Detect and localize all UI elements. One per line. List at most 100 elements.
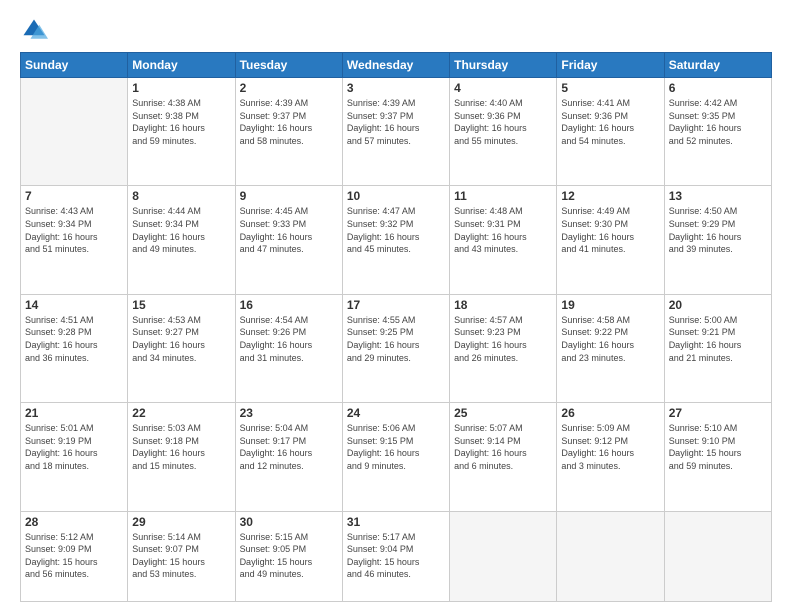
- day-info: Sunrise: 4:53 AM Sunset: 9:27 PM Dayligh…: [132, 314, 230, 364]
- day-cell: 24Sunrise: 5:06 AM Sunset: 9:15 PM Dayli…: [342, 403, 449, 511]
- day-number: 30: [240, 515, 338, 529]
- day-cell: 29 Sunrise: 5:14 AM Sunset: 9:07 PM Dayli…: [128, 511, 235, 601]
- day-info: Sunrise: 5:12 AM Sunset: 9:09 PM Dayligh…: [25, 531, 123, 581]
- day-cell: 12Sunrise: 4:49 AM Sunset: 9:30 PM Dayli…: [557, 186, 664, 294]
- day-cell: 25Sunrise: 5:07 AM Sunset: 9:14 PM Dayli…: [450, 403, 557, 511]
- day-info: Sunrise: 5:10 AM Sunset: 9:10 PM Dayligh…: [669, 422, 767, 472]
- day-info: Sunrise: 4:39 AM Sunset: 9:37 PM Dayligh…: [347, 97, 445, 147]
- week-row-5: 28 Sunrise: 5:12 AM Sunset: 9:09 PM Dayli…: [21, 511, 772, 601]
- day-info: Sunrise: 4:39 AM Sunset: 9:37 PM Dayligh…: [240, 97, 338, 147]
- day-number: 26: [561, 406, 659, 420]
- day-info: Sunrise: 5:09 AM Sunset: 9:12 PM Dayligh…: [561, 422, 659, 472]
- day-cell: 5 Sunrise: 4:41 AM Sunset: 9:36 PM Daylig…: [557, 78, 664, 186]
- day-cell: [21, 78, 128, 186]
- day-number: 14: [25, 298, 123, 312]
- week-row-2: 7 Sunrise: 4:43 AM Sunset: 9:34 PM Daylig…: [21, 186, 772, 294]
- day-number: 18: [454, 298, 552, 312]
- day-cell: 28 Sunrise: 5:12 AM Sunset: 9:09 PM Dayli…: [21, 511, 128, 601]
- day-number: 19: [561, 298, 659, 312]
- day-number: 17: [347, 298, 445, 312]
- col-header-wednesday: Wednesday: [342, 53, 449, 78]
- day-number: 8: [132, 189, 230, 203]
- day-cell: 2Sunrise: 4:39 AM Sunset: 9:37 PM Daylig…: [235, 78, 342, 186]
- page: SundayMondayTuesdayWednesdayThursdayFrid…: [0, 0, 792, 612]
- day-number: 6: [669, 81, 767, 95]
- day-cell: 27Sunrise: 5:10 AM Sunset: 9:10 PM Dayli…: [664, 403, 771, 511]
- day-info: Sunrise: 4:58 AM Sunset: 9:22 PM Dayligh…: [561, 314, 659, 364]
- logo: [20, 16, 52, 44]
- day-cell: 17 Sunrise: 4:55 AM Sunset: 9:25 PM Dayli…: [342, 294, 449, 402]
- day-number: 31: [347, 515, 445, 529]
- day-cell: 26 Sunrise: 5:09 AM Sunset: 9:12 PM Dayli…: [557, 403, 664, 511]
- day-cell: 18 Sunrise: 4:57 AM Sunset: 9:23 PM Dayli…: [450, 294, 557, 402]
- day-number: 7: [25, 189, 123, 203]
- day-info: Sunrise: 4:57 AM Sunset: 9:23 PM Dayligh…: [454, 314, 552, 364]
- day-cell: 22 Sunrise: 5:03 AM Sunset: 9:18 PM Dayli…: [128, 403, 235, 511]
- day-info: Sunrise: 4:42 AM Sunset: 9:35 PM Dayligh…: [669, 97, 767, 147]
- day-number: 9: [240, 189, 338, 203]
- day-number: 11: [454, 189, 552, 203]
- day-info: Sunrise: 4:45 AM Sunset: 9:33 PM Dayligh…: [240, 205, 338, 255]
- day-number: 5: [561, 81, 659, 95]
- day-info: Sunrise: 5:17 AM Sunset: 9:04 PM Dayligh…: [347, 531, 445, 581]
- day-number: 29: [132, 515, 230, 529]
- week-row-3: 14Sunrise: 4:51 AM Sunset: 9:28 PM Dayli…: [21, 294, 772, 402]
- day-number: 15: [132, 298, 230, 312]
- day-cell: 14Sunrise: 4:51 AM Sunset: 9:28 PM Dayli…: [21, 294, 128, 402]
- day-cell: [664, 511, 771, 601]
- day-info: Sunrise: 4:54 AM Sunset: 9:26 PM Dayligh…: [240, 314, 338, 364]
- day-info: Sunrise: 5:01 AM Sunset: 9:19 PM Dayligh…: [25, 422, 123, 472]
- day-number: 28: [25, 515, 123, 529]
- calendar-header-row: SundayMondayTuesdayWednesdayThursdayFrid…: [21, 53, 772, 78]
- day-cell: 20Sunrise: 5:00 AM Sunset: 9:21 PM Dayli…: [664, 294, 771, 402]
- day-info: Sunrise: 5:07 AM Sunset: 9:14 PM Dayligh…: [454, 422, 552, 472]
- day-cell: 15 Sunrise: 4:53 AM Sunset: 9:27 PM Dayli…: [128, 294, 235, 402]
- day-cell: 30 Sunrise: 5:15 AM Sunset: 9:05 PM Dayli…: [235, 511, 342, 601]
- day-info: Sunrise: 4:40 AM Sunset: 9:36 PM Dayligh…: [454, 97, 552, 147]
- col-header-friday: Friday: [557, 53, 664, 78]
- week-row-1: 1 Sunrise: 4:38 AM Sunset: 9:38 PM Daylig…: [21, 78, 772, 186]
- day-cell: 6 Sunrise: 4:42 AM Sunset: 9:35 PM Daylig…: [664, 78, 771, 186]
- day-cell: 3 Sunrise: 4:39 AM Sunset: 9:37 PM Daylig…: [342, 78, 449, 186]
- day-cell: 1 Sunrise: 4:38 AM Sunset: 9:38 PM Daylig…: [128, 78, 235, 186]
- col-header-saturday: Saturday: [664, 53, 771, 78]
- day-number: 22: [132, 406, 230, 420]
- day-info: Sunrise: 5:00 AM Sunset: 9:21 PM Dayligh…: [669, 314, 767, 364]
- col-header-tuesday: Tuesday: [235, 53, 342, 78]
- day-info: Sunrise: 4:48 AM Sunset: 9:31 PM Dayligh…: [454, 205, 552, 255]
- day-cell: 23Sunrise: 5:04 AM Sunset: 9:17 PM Dayli…: [235, 403, 342, 511]
- day-info: Sunrise: 4:43 AM Sunset: 9:34 PM Dayligh…: [25, 205, 123, 255]
- day-cell: 13Sunrise: 4:50 AM Sunset: 9:29 PM Dayli…: [664, 186, 771, 294]
- header: [20, 16, 772, 44]
- day-cell: 19 Sunrise: 4:58 AM Sunset: 9:22 PM Dayli…: [557, 294, 664, 402]
- day-cell: 31 Sunrise: 5:17 AM Sunset: 9:04 PM Dayli…: [342, 511, 449, 601]
- day-number: 10: [347, 189, 445, 203]
- day-info: Sunrise: 4:47 AM Sunset: 9:32 PM Dayligh…: [347, 205, 445, 255]
- day-info: Sunrise: 5:03 AM Sunset: 9:18 PM Dayligh…: [132, 422, 230, 472]
- day-cell: 7 Sunrise: 4:43 AM Sunset: 9:34 PM Daylig…: [21, 186, 128, 294]
- day-cell: 21 Sunrise: 5:01 AM Sunset: 9:19 PM Dayli…: [21, 403, 128, 511]
- day-info: Sunrise: 5:15 AM Sunset: 9:05 PM Dayligh…: [240, 531, 338, 581]
- day-info: Sunrise: 5:14 AM Sunset: 9:07 PM Dayligh…: [132, 531, 230, 581]
- day-cell: 8Sunrise: 4:44 AM Sunset: 9:34 PM Daylig…: [128, 186, 235, 294]
- day-cell: 4 Sunrise: 4:40 AM Sunset: 9:36 PM Daylig…: [450, 78, 557, 186]
- day-info: Sunrise: 5:04 AM Sunset: 9:17 PM Dayligh…: [240, 422, 338, 472]
- day-number: 3: [347, 81, 445, 95]
- day-number: 21: [25, 406, 123, 420]
- week-row-4: 21 Sunrise: 5:01 AM Sunset: 9:19 PM Dayli…: [21, 403, 772, 511]
- col-header-thursday: Thursday: [450, 53, 557, 78]
- day-info: Sunrise: 4:50 AM Sunset: 9:29 PM Dayligh…: [669, 205, 767, 255]
- day-number: 12: [561, 189, 659, 203]
- day-number: 4: [454, 81, 552, 95]
- day-cell: [557, 511, 664, 601]
- day-info: Sunrise: 4:55 AM Sunset: 9:25 PM Dayligh…: [347, 314, 445, 364]
- day-info: Sunrise: 4:38 AM Sunset: 9:38 PM Dayligh…: [132, 97, 230, 147]
- day-number: 16: [240, 298, 338, 312]
- day-info: Sunrise: 5:06 AM Sunset: 9:15 PM Dayligh…: [347, 422, 445, 472]
- day-cell: 10 Sunrise: 4:47 AM Sunset: 9:32 PM Dayli…: [342, 186, 449, 294]
- day-info: Sunrise: 4:41 AM Sunset: 9:36 PM Dayligh…: [561, 97, 659, 147]
- day-number: 1: [132, 81, 230, 95]
- logo-icon: [20, 16, 48, 44]
- day-cell: 9 Sunrise: 4:45 AM Sunset: 9:33 PM Daylig…: [235, 186, 342, 294]
- day-cell: 16 Sunrise: 4:54 AM Sunset: 9:26 PM Dayli…: [235, 294, 342, 402]
